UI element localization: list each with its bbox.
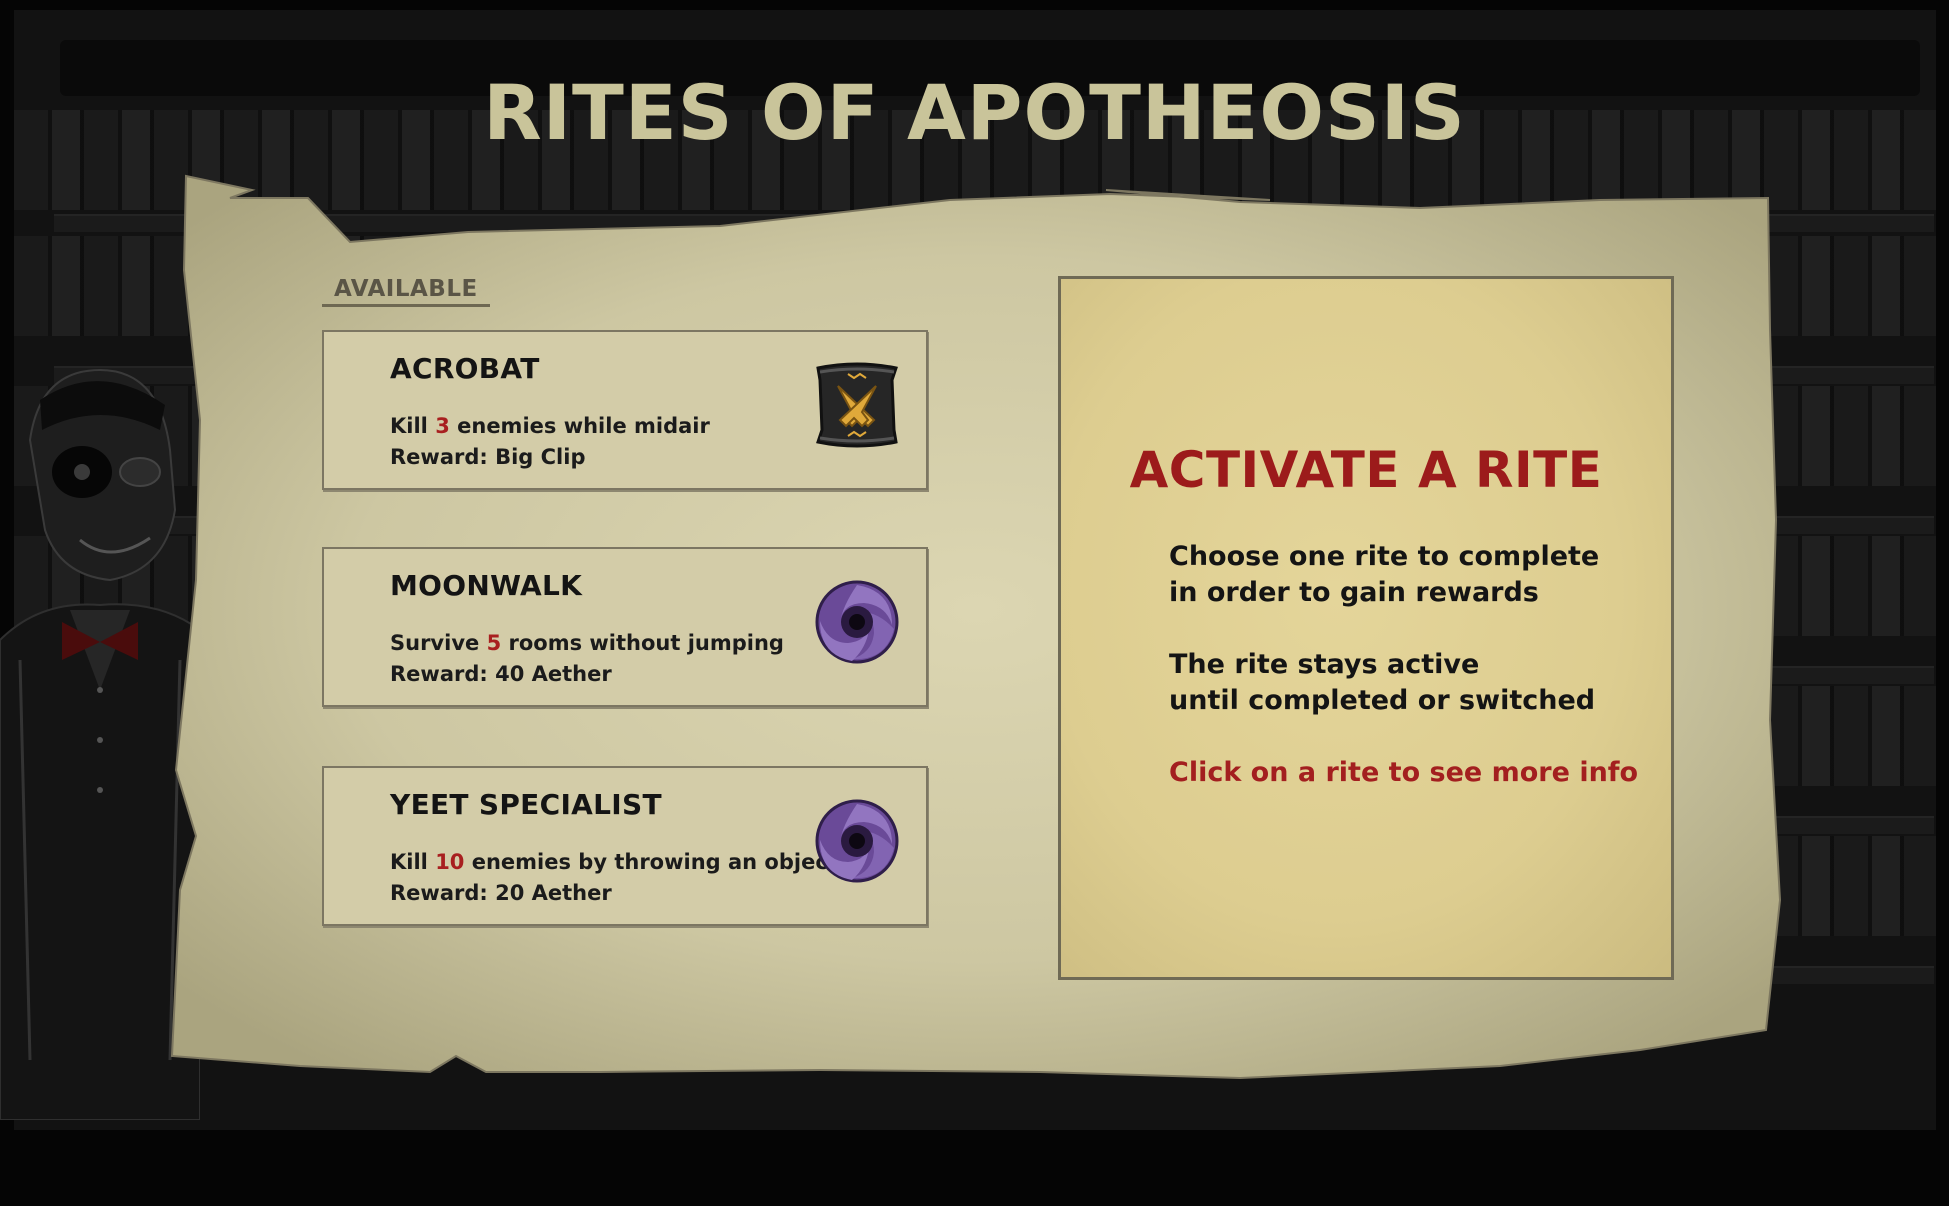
rite-reward: Reward: 40 Aether — [390, 662, 612, 686]
rite-reward: Reward: Big Clip — [390, 445, 586, 469]
info-text-line: in order to gain rewards — [1169, 577, 1539, 608]
info-title: ACTIVATE A RITE — [1129, 441, 1603, 499]
rite-card-acrobat[interactable]: ACROBAT Kill 3 enemies while midair Rewa… — [322, 330, 928, 490]
info-text-line: until completed or switched — [1169, 685, 1596, 716]
rite-name: ACROBAT — [390, 352, 540, 385]
purple-vortex-icon — [815, 799, 899, 883]
rite-description: Kill 3 enemies while midair — [390, 414, 710, 438]
info-text-line: The rite stays active — [1169, 649, 1480, 680]
info-click-hint: Click on a rite to see more info — [1169, 757, 1639, 788]
crossed-pistols-scroll-icon — [816, 362, 898, 448]
info-text-line: Choose one rite to complete — [1169, 541, 1600, 572]
rite-info-panel: ACTIVATE A RITE Choose one rite to compl… — [1058, 276, 1674, 980]
rite-card-yeet-specialist[interactable]: YEET SPECIALIST Kill 10 enemies by throw… — [322, 766, 928, 926]
rite-name: YEET SPECIALIST — [390, 788, 662, 821]
rite-description: Kill 10 enemies by throwing an object — [390, 850, 838, 874]
purple-vortex-icon — [815, 580, 899, 664]
available-section-label: AVAILABLE — [322, 276, 490, 307]
rite-name: MOONWALK — [390, 569, 583, 602]
rite-card-moonwalk[interactable]: MOONWALK Survive 5 rooms without jumping… — [322, 547, 928, 707]
rite-description: Survive 5 rooms without jumping — [390, 631, 784, 655]
rite-reward: Reward: 20 Aether — [390, 881, 612, 905]
